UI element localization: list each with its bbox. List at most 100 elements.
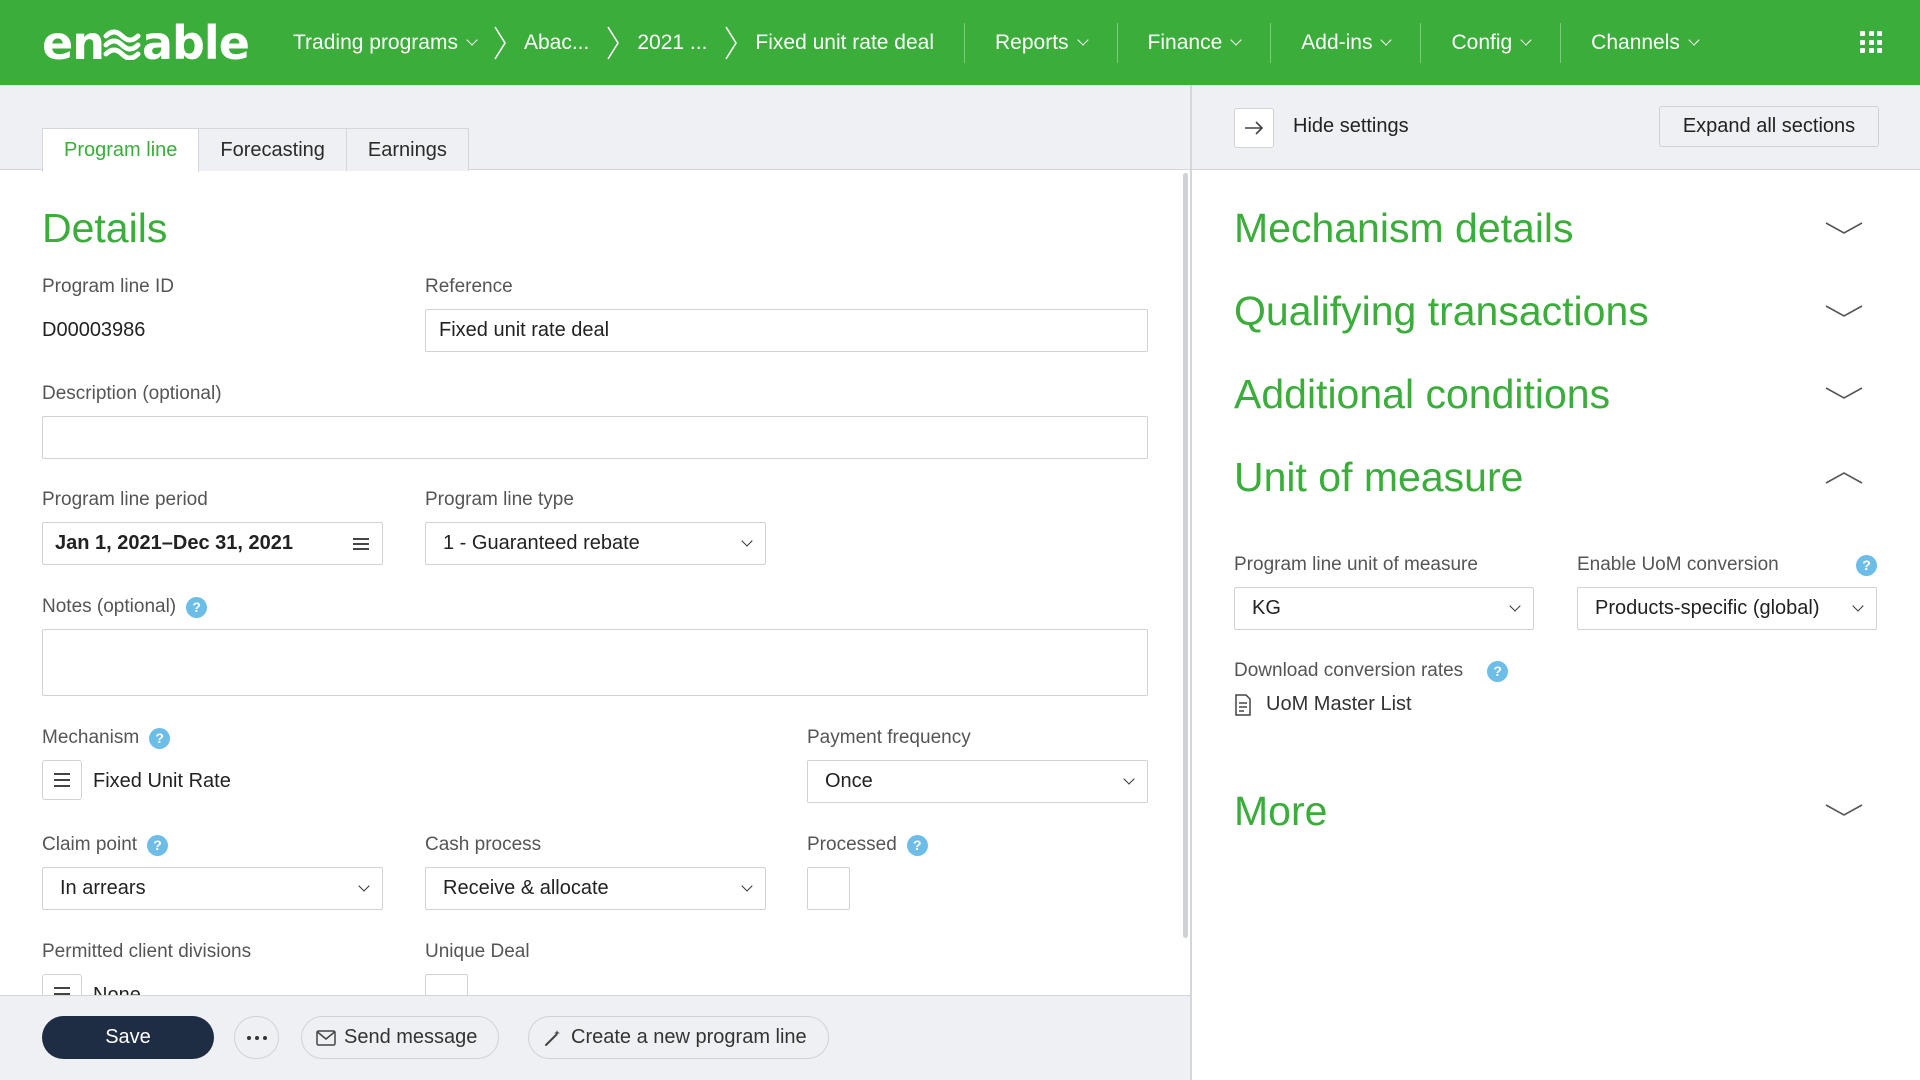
calendar-list-icon bbox=[353, 538, 369, 550]
breadcrumb-separator-icon bbox=[607, 26, 620, 59]
logo-wave-icon bbox=[103, 29, 141, 60]
create-program-line-button[interactable]: Create a new program line bbox=[528, 1016, 829, 1059]
program-line-pane: Program line Forecasting Earnings bbox=[0, 85, 1190, 1080]
notes-textarea[interactable] bbox=[42, 629, 1148, 696]
chevron-down-icon bbox=[1380, 34, 1393, 46]
hide-settings-button[interactable] bbox=[1234, 108, 1274, 148]
notes-label-text: Notes (optional) bbox=[42, 596, 177, 617]
help-icon[interactable]: ? bbox=[906, 834, 928, 856]
breadcrumb-client[interactable]: Abac... bbox=[524, 31, 589, 55]
chevron-down-icon bbox=[1509, 600, 1521, 612]
program-line-period-label: Program line period bbox=[42, 489, 208, 510]
menu-finance[interactable]: Finance bbox=[1147, 30, 1242, 55]
chevron-down-icon bbox=[358, 880, 370, 892]
breadcrumb-separator-icon bbox=[494, 26, 506, 59]
tab-bar: Program line Forecasting Earnings bbox=[0, 85, 1190, 172]
tab-forecasting[interactable]: Forecasting bbox=[198, 128, 347, 171]
program-line-type-value: 1 - Guaranteed rebate bbox=[443, 532, 640, 554]
wand-icon bbox=[545, 1029, 560, 1046]
uom-master-list-link[interactable]: UoM Master List bbox=[1234, 693, 1412, 716]
chevron-down-icon[interactable] bbox=[1825, 221, 1863, 237]
nav-divider bbox=[1116, 22, 1118, 63]
program-line-period-picker[interactable]: Jan 1, 2021–Dec 31, 2021 bbox=[42, 522, 383, 565]
chevron-down-icon[interactable] bbox=[1825, 386, 1863, 402]
menu-config[interactable]: Config bbox=[1451, 30, 1532, 55]
breadcrumb-separator-icon bbox=[725, 26, 738, 59]
scrollbar[interactable] bbox=[1183, 173, 1188, 938]
line-uom-value: KG bbox=[1252, 597, 1281, 619]
processed-checkbox[interactable] bbox=[807, 867, 850, 910]
document-icon bbox=[1235, 693, 1251, 716]
ellipsis-icon bbox=[246, 1035, 251, 1040]
mechanism-list-button[interactable] bbox=[42, 760, 82, 800]
chevron-down-icon bbox=[1230, 34, 1242, 46]
mechanism-value: Fixed Unit Rate bbox=[93, 770, 231, 792]
help-icon[interactable]: ? bbox=[149, 727, 171, 749]
claim-point-value: In arrears bbox=[60, 877, 146, 899]
uom-conversion-select[interactable]: Products-specific (global) bbox=[1577, 587, 1877, 630]
uom-conversion-value: Products-specific (global) bbox=[1595, 597, 1820, 619]
nav-divider bbox=[1420, 22, 1422, 63]
reference-input[interactable]: Fixed unit rate deal bbox=[425, 309, 1148, 352]
envelope-icon bbox=[316, 1029, 336, 1046]
section-qualifying-transactions[interactable]: Qualifying transactions bbox=[1234, 288, 1649, 335]
chevron-down-icon[interactable] bbox=[1825, 803, 1863, 819]
cash-process-select[interactable]: Receive & allocate bbox=[425, 867, 766, 910]
menu-label: Finance bbox=[1147, 30, 1223, 54]
menu-reports[interactable]: Reports bbox=[995, 30, 1089, 55]
menu-channels[interactable]: Channels bbox=[1591, 30, 1700, 55]
download-conversion-label: Download conversion rates ? bbox=[1234, 660, 1509, 682]
mechanism-label-text: Mechanism bbox=[42, 727, 140, 748]
claim-point-select[interactable]: In arrears bbox=[42, 867, 383, 910]
help-icon[interactable]: ? bbox=[1487, 660, 1509, 682]
payment-frequency-value: Once bbox=[825, 770, 873, 792]
breadcrumb: Trading programs Abac... 2021 ... Fixed … bbox=[293, 0, 1700, 85]
breadcrumb-current-line[interactable]: Fixed unit rate deal bbox=[755, 31, 934, 55]
reference-label: Reference bbox=[425, 276, 513, 297]
line-uom-select[interactable]: KG bbox=[1234, 587, 1534, 630]
cash-process-label: Cash process bbox=[425, 834, 542, 855]
payment-frequency-select[interactable]: Once bbox=[807, 760, 1148, 803]
breadcrumb-label: Trading programs bbox=[293, 30, 458, 54]
details-heading: Details bbox=[42, 205, 168, 251]
section-mechanism-details[interactable]: Mechanism details bbox=[1234, 205, 1574, 252]
menu-label: Add-ins bbox=[1301, 30, 1373, 54]
menu-label: Reports bbox=[995, 30, 1069, 54]
menu-add-ins[interactable]: Add-ins bbox=[1301, 30, 1393, 55]
breadcrumb-program[interactable]: 2021 ... bbox=[637, 31, 707, 55]
description-input[interactable] bbox=[42, 416, 1148, 459]
hide-settings-label[interactable]: Hide settings bbox=[1293, 115, 1409, 138]
create-program-line-label: Create a new program line bbox=[571, 1026, 807, 1048]
menu-label: Config bbox=[1451, 30, 1513, 54]
section-additional-conditions[interactable]: Additional conditions bbox=[1234, 371, 1610, 418]
program-line-type-select[interactable]: 1 - Guaranteed rebate bbox=[425, 522, 766, 565]
send-message-label: Send message bbox=[344, 1026, 478, 1048]
nav-divider bbox=[1560, 22, 1562, 63]
help-icon[interactable]: ? bbox=[1856, 554, 1877, 576]
help-icon[interactable]: ? bbox=[186, 596, 208, 618]
chevron-down-icon bbox=[1688, 34, 1700, 46]
chevron-down-icon[interactable] bbox=[1825, 304, 1863, 320]
save-button[interactable]: Save bbox=[42, 1016, 214, 1059]
program-line-id-label: Program line ID bbox=[42, 276, 174, 297]
processed-label-text: Processed bbox=[807, 834, 897, 855]
send-message-button[interactable]: Send message bbox=[301, 1016, 500, 1059]
tab-earnings[interactable]: Earnings bbox=[345, 128, 469, 171]
breadcrumb-trading-programs[interactable]: Trading programs bbox=[293, 30, 478, 55]
chevron-down-icon bbox=[1852, 600, 1864, 612]
breadcrumb-label: Abac... bbox=[523, 30, 590, 54]
chevron-up-icon[interactable] bbox=[1825, 469, 1863, 485]
help-icon[interactable]: ? bbox=[147, 834, 169, 856]
mechanism-label: Mechanism ? bbox=[42, 727, 171, 749]
chevron-down-icon bbox=[466, 34, 478, 46]
program-line-id-value: D00003986 bbox=[42, 319, 146, 341]
tab-program-line[interactable]: Program line bbox=[42, 128, 200, 172]
more-options-button[interactable] bbox=[234, 1016, 279, 1059]
expand-all-sections-button[interactable]: Expand all sections bbox=[1659, 106, 1879, 147]
menu-label: Channels bbox=[1591, 30, 1680, 54]
enable-logo[interactable]: en able bbox=[42, 16, 250, 70]
reference-input-value: Fixed unit rate deal bbox=[439, 319, 610, 341]
section-more[interactable]: More bbox=[1234, 788, 1327, 835]
apps-grid-icon[interactable] bbox=[1860, 31, 1882, 53]
section-unit-of-measure[interactable]: Unit of measure bbox=[1234, 454, 1523, 501]
